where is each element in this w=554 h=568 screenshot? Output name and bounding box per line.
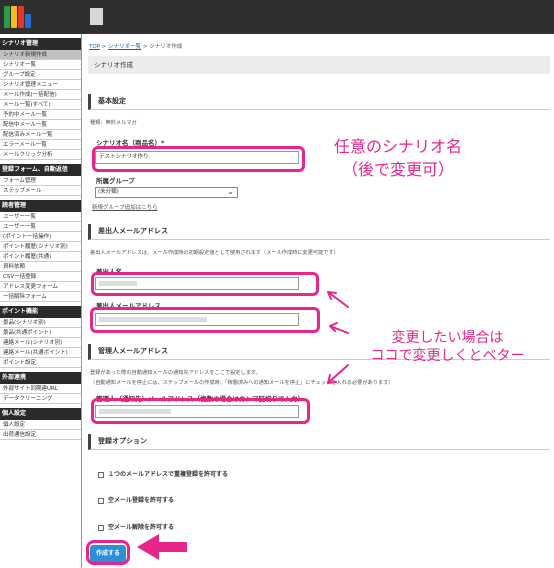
annotation-arrows	[137, 291, 349, 560]
arrow-icon	[327, 364, 349, 384]
arrow-left-icon	[137, 534, 187, 560]
